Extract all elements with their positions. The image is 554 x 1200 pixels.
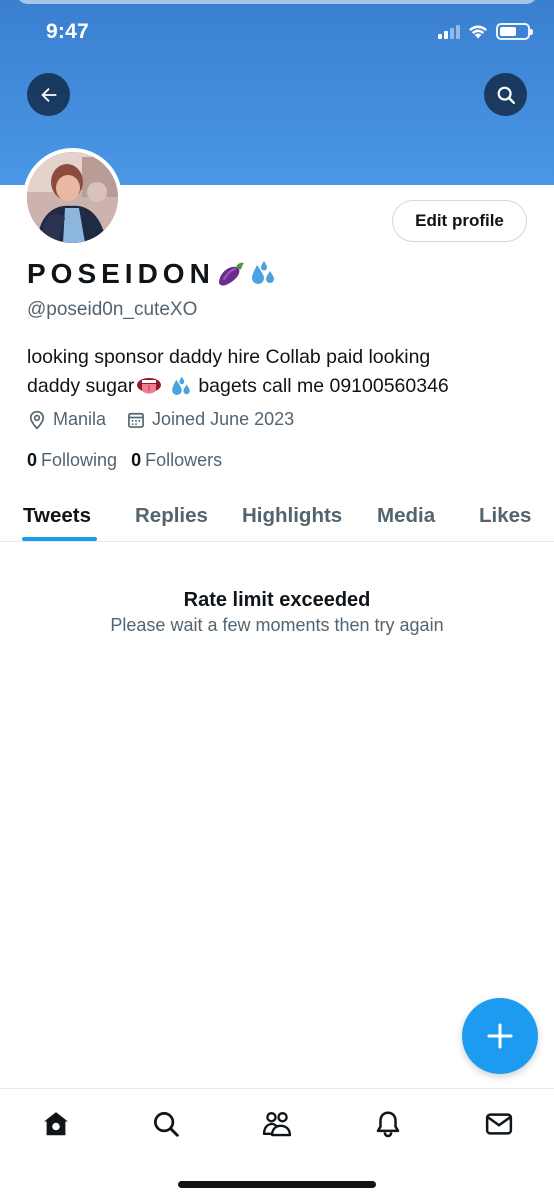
bio-line-2: daddy sugar bagets call me 09100560346: [27, 372, 527, 401]
location: Manila: [27, 409, 106, 430]
wifi-icon: [469, 25, 487, 39]
join-date: Joined June 2023: [126, 409, 294, 430]
eggplant-emoji-icon: [218, 262, 244, 286]
following-label: Following: [41, 450, 118, 470]
dynamic-island-edge: [16, 0, 538, 4]
profile-bio: looking sponsor daddy hire Collab paid l…: [27, 343, 527, 401]
tongue-emoji-icon: [137, 377, 162, 393]
search-button[interactable]: [484, 73, 527, 116]
following-link[interactable]: 0 Following: [27, 450, 117, 471]
profile-avatar[interactable]: [23, 148, 122, 247]
tab-likes[interactable]: Likes: [479, 490, 531, 542]
followers-count: 0: [131, 450, 142, 470]
nav-home[interactable]: [39, 1107, 73, 1141]
bell-icon: [376, 1111, 400, 1138]
home-icon: [44, 1112, 68, 1136]
tab-replies[interactable]: Replies: [135, 490, 208, 542]
back-button[interactable]: [27, 73, 70, 116]
profile-meta: Manila Joined June 2023: [27, 409, 314, 430]
battery-icon: [496, 23, 533, 40]
compose-tweet-button[interactable]: [462, 998, 538, 1074]
profile-handle: @poseid0n_cuteXO: [27, 299, 198, 320]
tab-tweets[interactable]: Tweets: [23, 490, 91, 542]
cellular-signal-icon: [438, 24, 460, 39]
active-tab-indicator: [22, 537, 97, 541]
bio-line-1: looking sponsor daddy hire Collab paid l…: [27, 346, 431, 368]
plus-icon: [487, 1023, 513, 1049]
search-icon: [154, 1112, 179, 1137]
edit-profile-button[interactable]: Edit profile: [392, 200, 527, 242]
display-name: POSEIDON: [27, 258, 215, 289]
arrow-left-icon: [40, 87, 56, 102]
display-name-row: POSEIDON: [27, 258, 279, 290]
status-icons: [438, 23, 533, 40]
nav-messages[interactable]: [482, 1107, 516, 1141]
location-text: Manila: [53, 409, 107, 429]
avatar-photo: [27, 152, 118, 243]
sweat-droplets-emoji-icon: [172, 376, 191, 395]
following-count: 0: [27, 450, 38, 470]
communities-icon: [262, 1112, 292, 1137]
location-pin-icon: [29, 410, 45, 430]
profile-tabs: Tweets Replies Highlights Media Likes: [0, 490, 554, 542]
tab-media[interactable]: Media: [377, 490, 435, 542]
nav-communities[interactable]: [260, 1107, 294, 1141]
calendar-icon: [128, 412, 144, 428]
nav-search[interactable]: [149, 1107, 183, 1141]
bio-text-part: bagets call me 09100560346: [198, 375, 449, 397]
join-date-text: Joined June 2023: [152, 409, 295, 429]
bio-text-part: daddy sugar: [27, 375, 135, 397]
mail-icon: [485, 1113, 513, 1135]
home-indicator: [178, 1181, 376, 1188]
status-time: 9:47: [46, 20, 89, 43]
tab-highlights[interactable]: Highlights: [242, 490, 342, 542]
sweat-droplets-emoji-icon: [251, 261, 274, 284]
empty-state-subtitle: Please wait a few moments then try again: [110, 615, 444, 635]
follow-stats: 0 Following 0 Followers: [27, 450, 236, 471]
followers-link[interactable]: 0 Followers: [131, 450, 222, 471]
search-icon: [497, 86, 515, 104]
empty-state-title: Rate limit exceeded: [183, 589, 371, 611]
nav-notifications[interactable]: [371, 1107, 405, 1141]
followers-label: Followers: [145, 450, 223, 470]
